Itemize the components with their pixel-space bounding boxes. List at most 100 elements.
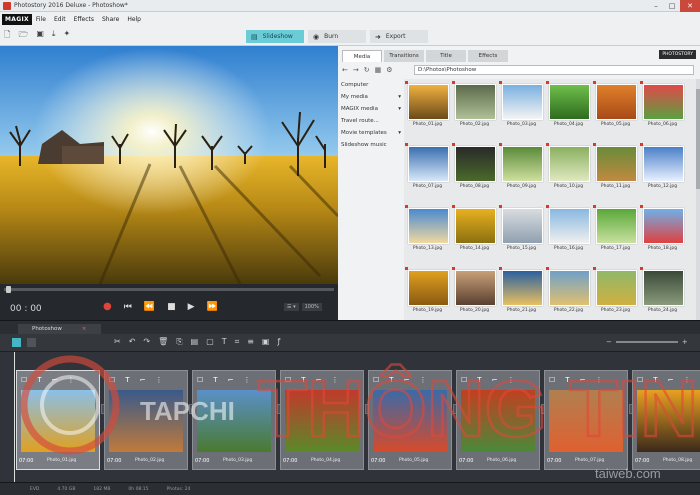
menu-help[interactable]: Help — [123, 16, 145, 23]
storyboard-clip[interactable]: ☐ T ⌐ ⋮ 07:00 Photo_08.jpg — [632, 370, 700, 470]
media-thumbnail[interactable]: Photo_07.jpg — [404, 141, 451, 203]
text-icon[interactable]: T — [477, 376, 481, 384]
media-thumbnail[interactable]: Photo_23.jpg — [592, 265, 639, 320]
crop-icon[interactable]: ⌐ — [316, 376, 322, 384]
fx-icon[interactable]: ƒ — [277, 337, 280, 347]
storyboard-mode-button[interactable] — [12, 338, 21, 347]
close-tab-icon[interactable]: × — [82, 326, 87, 332]
more-options-icon[interactable]: ⋮ — [331, 376, 338, 384]
menu-share[interactable]: Share — [98, 16, 123, 23]
storyboard-clip[interactable]: ☐ T ⌐ ⋮ 07:00 Photo_03.jpg — [192, 370, 276, 470]
menu-edit[interactable]: Edit — [50, 16, 70, 23]
media-thumbnail[interactable]: Photo_08.jpg — [451, 141, 498, 203]
forward-arrow-icon[interactable]: → — [353, 66, 359, 74]
media-thumbnail[interactable]: Photo_15.jpg — [498, 203, 545, 265]
more-options-icon[interactable]: ⋮ — [67, 376, 74, 384]
media-thumbnail[interactable]: Photo_24.jpg — [639, 265, 686, 320]
media-thumbnail[interactable]: Photo_20.jpg — [451, 265, 498, 320]
tab-slideshow[interactable]: ▤ Slideshow — [246, 30, 304, 43]
text-icon[interactable]: T — [565, 376, 569, 384]
media-thumbnail[interactable]: Photo_19.jpg — [404, 265, 451, 320]
checkbox-icon[interactable]: ☐ — [637, 376, 643, 384]
media-thumbnail[interactable]: Photo_04.jpg — [545, 79, 592, 141]
media-thumbnail[interactable]: Photo_16.jpg — [545, 203, 592, 265]
text-icon[interactable]: T — [125, 376, 129, 384]
refresh-icon[interactable]: ↻ — [364, 66, 370, 74]
view-icon[interactable]: ▦ — [375, 66, 382, 74]
tree-item-my-media[interactable]: My media ▾ — [341, 91, 404, 103]
zoom-slider[interactable] — [615, 341, 678, 343]
preview-zoom-select[interactable]: 100% — [301, 303, 322, 311]
zoom-in-icon[interactable]: + — [682, 338, 688, 346]
frame-icon[interactable]: ▣ — [262, 337, 270, 347]
redo-icon[interactable]: ↷ — [143, 337, 150, 347]
checkbox-icon[interactable]: ☐ — [461, 376, 467, 384]
menu-effects[interactable]: Effects — [70, 16, 98, 23]
fast-forward-button[interactable]: ⏩ — [207, 302, 218, 312]
crop-icon[interactable]: ⌐ — [228, 376, 234, 384]
crop-icon[interactable]: ⌐ — [140, 376, 146, 384]
crop-icon[interactable]: ⌗ — [235, 337, 240, 347]
more-options-icon[interactable]: ⋮ — [507, 376, 514, 384]
storyboard-clip[interactable]: ☐ T ⌐ ⋮ 07:00 Photo_06.jpg — [456, 370, 540, 470]
tree-item-computer[interactable]: Computer — [341, 79, 404, 91]
back-arrow-icon[interactable]: ← — [342, 66, 348, 74]
effects-icon[interactable]: ✦ — [63, 29, 70, 43]
tab-effects[interactable]: Effects — [468, 50, 508, 62]
maximize-button[interactable]: □ — [664, 0, 680, 12]
text-icon[interactable]: T — [389, 376, 393, 384]
export-icon[interactable]: ⤓ — [52, 29, 56, 43]
more-options-icon[interactable]: ⋮ — [683, 376, 690, 384]
tree-item-travel-route[interactable]: Travel route... — [341, 115, 404, 127]
play-button[interactable]: ▶ — [188, 302, 195, 312]
tree-item-slideshow-music[interactable]: Slideshow music — [341, 139, 404, 151]
minimize-button[interactable]: – — [648, 0, 664, 12]
align-icon[interactable]: ≡ — [247, 337, 254, 347]
media-thumbnail[interactable]: Photo_21.jpg — [498, 265, 545, 320]
preview-menu-button[interactable]: ☰ ▾ — [284, 303, 299, 311]
path-field[interactable]: D:\Photos\Photoshow — [414, 64, 694, 75]
new-file-icon[interactable]: 🗋 — [4, 29, 10, 43]
media-thumbnail[interactable]: Photo_17.jpg — [592, 203, 639, 265]
checkbox-icon[interactable]: ☐ — [373, 376, 379, 384]
storyboard-clip[interactable]: ☐ T ⌐ ⋮ 07:00 Photo_04.jpg — [280, 370, 364, 470]
previous-button[interactable]: ⏮ — [124, 302, 132, 312]
text-icon[interactable]: T — [653, 376, 657, 384]
playhead[interactable] — [14, 352, 15, 482]
cut-icon[interactable]: ✂ — [114, 337, 121, 347]
media-thumbnail[interactable]: Photo_10.jpg — [545, 141, 592, 203]
crop-icon[interactable]: ⌐ — [580, 376, 586, 384]
tree-item-movie-templates[interactable]: Movie templates ▾ — [341, 127, 404, 139]
checkbox-icon[interactable]: ☐ — [109, 376, 115, 384]
more-options-icon[interactable]: ⋮ — [419, 376, 426, 384]
settings-gear-icon[interactable]: ⚙ — [386, 66, 392, 74]
text-icon[interactable]: T — [213, 376, 217, 384]
seek-handle[interactable] — [6, 286, 11, 293]
tab-transitions[interactable]: Transitions — [384, 50, 424, 62]
media-thumbnail[interactable]: Photo_03.jpg — [498, 79, 545, 141]
preview-monitor[interactable] — [0, 46, 338, 284]
text-icon[interactable]: T — [222, 337, 227, 347]
delete-icon[interactable]: 🗑 — [158, 337, 168, 347]
preview-seek-bar[interactable] — [4, 286, 334, 293]
media-thumbnail[interactable]: Photo_12.jpg — [639, 141, 686, 203]
more-options-icon[interactable]: ⋮ — [243, 376, 250, 384]
media-thumbnail[interactable]: Photo_11.jpg — [592, 141, 639, 203]
more-options-icon[interactable]: ⋮ — [595, 376, 602, 384]
more-options-icon[interactable]: ⋮ — [155, 376, 162, 384]
tab-export[interactable]: ➜ Export — [370, 30, 428, 43]
checkbox-icon[interactable]: ☐ — [285, 376, 291, 384]
checkbox-icon[interactable]: ☐ — [21, 376, 27, 384]
scrollbar-thumb[interactable] — [696, 89, 700, 189]
storyboard-clip[interactable]: ☐ T ⌐ ⋮ 07:00 Photo_02.jpg — [104, 370, 188, 470]
tab-media[interactable]: Media — [342, 50, 382, 62]
tree-item-magix-media[interactable]: MAGIX media ▾ — [341, 103, 404, 115]
tab-title[interactable]: Title — [426, 50, 466, 62]
text-icon[interactable]: T — [37, 376, 41, 384]
media-thumbnail[interactable]: Photo_14.jpg — [451, 203, 498, 265]
insert-icon[interactable]: ▢ — [206, 337, 214, 347]
media-thumbnail[interactable]: Photo_09.jpg — [498, 141, 545, 203]
checkbox-icon[interactable]: ☐ — [197, 376, 203, 384]
record-button[interactable]: ● — [103, 301, 112, 312]
media-thumbnail[interactable]: Photo_22.jpg — [545, 265, 592, 320]
